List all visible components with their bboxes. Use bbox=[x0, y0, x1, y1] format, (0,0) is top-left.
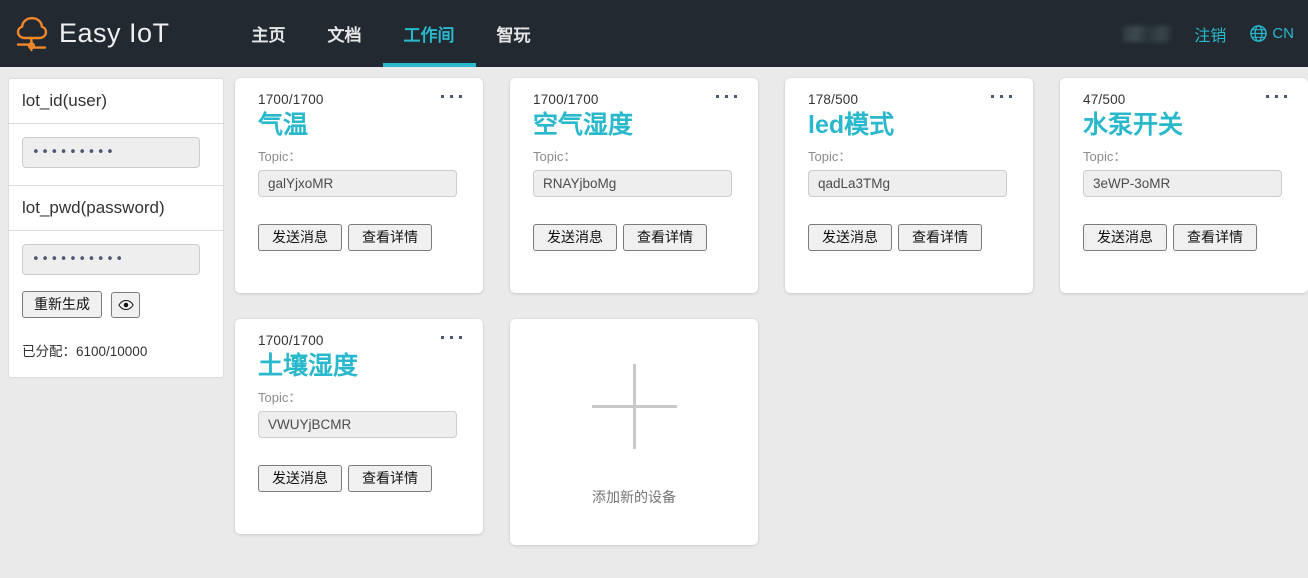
view-details-button[interactable]: 查看详情 bbox=[348, 465, 432, 492]
header-right-group: 注销 CN bbox=[1123, 22, 1294, 46]
toggle-password-visibility-button[interactable] bbox=[111, 291, 140, 318]
send-message-button[interactable]: 发送消息 bbox=[533, 224, 617, 251]
send-message-button[interactable]: 发送消息 bbox=[1083, 224, 1167, 251]
globe-icon bbox=[1249, 24, 1268, 43]
topic-label: Topic： bbox=[808, 149, 852, 164]
device-name: 水泵开关 bbox=[1083, 111, 1184, 139]
view-details-button[interactable]: 查看详情 bbox=[623, 224, 707, 251]
device-card[interactable]: 178/500 led模式 Topic： qadLa3TMg 发送消息 查看详情 bbox=[785, 78, 1033, 293]
ellipsis-icon[interactable] bbox=[441, 336, 462, 339]
device-card-grid: 1700/1700 气温 Topic： galYjxoMR 发送消息 查看详情 … bbox=[235, 78, 1308, 545]
ellipsis-icon[interactable] bbox=[716, 95, 737, 98]
allocation-label: 已分配： bbox=[22, 344, 76, 359]
ellipsis-icon[interactable] bbox=[1266, 95, 1287, 98]
device-card[interactable]: 1700/1700 土壤湿度 Topic： VWUYjBCMR 发送消息 查看详… bbox=[235, 319, 483, 534]
device-name: 空气湿度 bbox=[533, 111, 634, 139]
nav-item-docs[interactable]: 文档 bbox=[307, 0, 383, 67]
ellipsis-icon[interactable] bbox=[991, 95, 1012, 98]
topic-input[interactable]: galYjxoMR bbox=[258, 170, 457, 197]
nav-item-play[interactable]: 智玩 bbox=[476, 0, 552, 67]
language-switcher[interactable]: CN bbox=[1249, 24, 1294, 43]
device-message-count: 178/500 bbox=[808, 92, 859, 107]
topic-input[interactable]: RNAYjboMg bbox=[533, 170, 732, 197]
nav-item-workspace[interactable]: 工作间 bbox=[382, 0, 476, 67]
device-message-count: 47/500 bbox=[1083, 92, 1126, 107]
device-card[interactable]: 47/500 水泵开关 Topic： 3eWP-3oMR 发送消息 查看详情 bbox=[1060, 78, 1308, 293]
brand-logo-group[interactable]: Easy IoT bbox=[14, 14, 170, 54]
topic-label: Topic： bbox=[533, 149, 577, 164]
add-device-label: 添加新的设备 bbox=[592, 488, 676, 505]
topic-label: Topic： bbox=[1083, 149, 1127, 164]
device-actions: 发送消息 查看详情 bbox=[258, 465, 460, 492]
cloud-tree-icon bbox=[14, 14, 50, 54]
iot-id-section: ••••••••• bbox=[9, 124, 223, 186]
view-details-button[interactable]: 查看详情 bbox=[898, 224, 982, 251]
device-name: led模式 bbox=[808, 111, 895, 139]
username-redacted[interactable] bbox=[1123, 25, 1172, 42]
device-name: 土壤湿度 bbox=[258, 352, 359, 380]
credentials-panel: lot_id(user) ••••••••• lot_pwd(password)… bbox=[8, 78, 224, 378]
device-message-count: 1700/1700 bbox=[258, 92, 324, 107]
topic-input[interactable]: VWUYjBCMR bbox=[258, 411, 457, 438]
page-body: lot_id(user) ••••••••• lot_pwd(password)… bbox=[0, 67, 1308, 545]
iot-id-section-title: lot_id(user) bbox=[9, 79, 223, 124]
allocation-value: 6100/10000 bbox=[76, 344, 148, 359]
logout-link[interactable]: 注销 bbox=[1194, 22, 1226, 46]
view-details-button[interactable]: 查看详情 bbox=[1173, 224, 1257, 251]
iot-pwd-section: •••••••••• 重新生成 已分配：6100/10000 bbox=[9, 231, 223, 377]
view-details-button[interactable]: 查看详情 bbox=[348, 224, 432, 251]
device-actions: 发送消息 查看详情 bbox=[1083, 224, 1285, 251]
iot-pwd-input[interactable]: •••••••••• bbox=[22, 244, 200, 275]
device-message-count: 1700/1700 bbox=[258, 333, 324, 348]
eye-icon bbox=[117, 299, 134, 311]
device-actions: 发送消息 查看详情 bbox=[533, 224, 735, 251]
device-card[interactable]: 1700/1700 空气湿度 Topic： RNAYjboMg 发送消息 查看详… bbox=[510, 78, 758, 293]
allocation-status: 已分配：6100/10000 bbox=[22, 340, 210, 360]
device-actions: 发送消息 查看详情 bbox=[258, 224, 460, 251]
regenerate-button[interactable]: 重新生成 bbox=[22, 291, 102, 318]
language-label: CN bbox=[1272, 25, 1294, 42]
send-message-button[interactable]: 发送消息 bbox=[808, 224, 892, 251]
device-name: 气温 bbox=[258, 111, 309, 139]
send-message-button[interactable]: 发送消息 bbox=[258, 224, 342, 251]
topic-label: Topic： bbox=[258, 149, 302, 164]
top-navbar: Easy IoT 主页 文档 工作间 智玩 注销 CN bbox=[0, 0, 1308, 67]
plus-icon bbox=[591, 363, 677, 449]
main-navigation: 主页 文档 工作间 智玩 bbox=[231, 0, 552, 67]
send-message-button[interactable]: 发送消息 bbox=[258, 465, 342, 492]
device-actions: 发送消息 查看详情 bbox=[808, 224, 1010, 251]
topic-label: Topic： bbox=[258, 390, 302, 405]
iot-id-input[interactable]: ••••••••• bbox=[22, 137, 200, 168]
iot-pwd-section-title: lot_pwd(password) bbox=[9, 186, 223, 231]
brand-title: Easy IoT bbox=[59, 18, 170, 48]
device-message-count: 1700/1700 bbox=[533, 92, 599, 107]
nav-item-home[interactable]: 主页 bbox=[231, 0, 307, 67]
ellipsis-icon[interactable] bbox=[441, 95, 462, 98]
device-card[interactable]: 1700/1700 气温 Topic： galYjxoMR 发送消息 查看详情 bbox=[235, 78, 483, 293]
topic-input[interactable]: 3eWP-3oMR bbox=[1083, 170, 1282, 197]
add-device-card[interactable]: 添加新的设备 bbox=[510, 319, 758, 545]
topic-input[interactable]: qadLa3TMg bbox=[808, 170, 1007, 197]
password-actions: 重新生成 bbox=[22, 291, 210, 318]
